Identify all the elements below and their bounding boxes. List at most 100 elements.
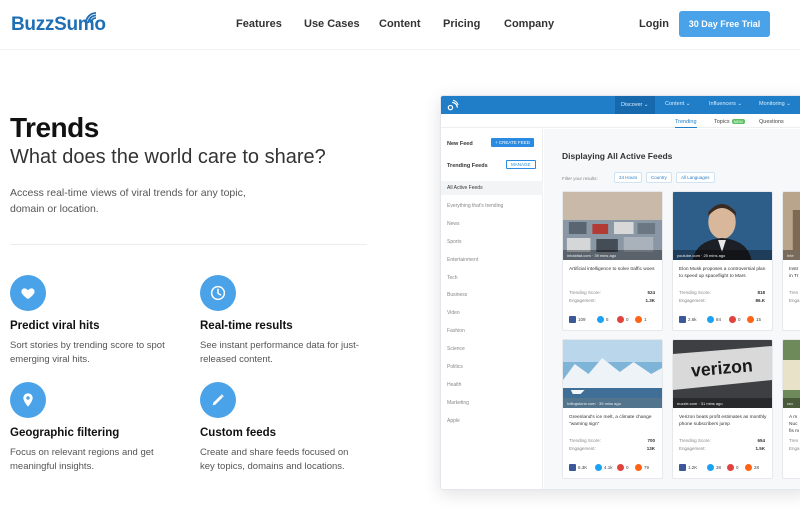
social-counts: 2.6k 84 0 15: [679, 316, 769, 325]
nav-company-link[interactable]: Company: [504, 18, 554, 30]
engagement-label: Enga: [789, 446, 800, 451]
reddit-icon: [635, 316, 642, 323]
engagement-value: 1.5K: [755, 446, 765, 451]
sidebar-feed-item[interactable]: Health: [441, 378, 543, 392]
twitter-count: 4.1k: [595, 464, 613, 471]
sidebar-feed-item[interactable]: Video: [441, 306, 543, 320]
feature-title: Predict viral hits: [10, 320, 100, 332]
mock-menu-monitoring[interactable]: Monitoring ⌄: [759, 101, 791, 107]
filter-chip-language[interactable]: All Languages: [676, 172, 715, 183]
nav-features-link[interactable]: Features: [236, 18, 282, 30]
twitter-icon: [595, 464, 602, 471]
sidebar-feed-item[interactable]: Sports: [441, 235, 543, 249]
engagement-label: Engagement:: [679, 298, 706, 303]
mock-menu-discover[interactable]: Discover ⌄: [615, 96, 655, 114]
mock-sidebar: New Feed + CREATE FEED Trending Feeds MA…: [441, 129, 543, 489]
top-nav: BuzzSumo Features Use Cases Content Pric…: [0, 0, 800, 50]
engagement-value: 1.3K: [645, 298, 655, 303]
page-title: Trends: [10, 112, 99, 143]
feature-title: Real-time results: [200, 320, 293, 332]
trending-score-label: Tren: [789, 290, 799, 295]
card-headline[interactable]: A m Nuc fis m: [789, 414, 800, 435]
card-headline[interactable]: Artificial intelligence to solve traffic…: [569, 266, 659, 273]
card-headline[interactable]: Verizon beats profit estimates as monthl…: [679, 414, 769, 428]
sidebar-feed-item[interactable]: Tech: [441, 271, 543, 285]
location-pin-icon: [10, 382, 46, 418]
card-headline[interactable]: Elon Musk proposes a controversial plan …: [679, 266, 769, 280]
feature-description: See instant performance data for just-re…: [200, 340, 359, 365]
sidebar-feed-item[interactable]: Everything that's trending: [441, 199, 543, 213]
card-thumbnail-person: [673, 192, 772, 260]
facebook-count: 109: [569, 316, 586, 323]
trending-score-label: Trending Score:: [679, 438, 711, 443]
facebook-count: 1.2K: [679, 464, 697, 471]
reddit-count: 1: [635, 316, 647, 323]
sidebar-feed-item[interactable]: All Active Feeds: [441, 181, 543, 195]
facebook-icon: [569, 316, 576, 323]
sidebar-feed-item[interactable]: Business: [441, 288, 543, 302]
mock-menu-content[interactable]: Content ⌄: [665, 101, 690, 107]
engagement-label: Engagement:: [679, 446, 706, 451]
twitter-count: 5: [597, 316, 609, 323]
free-trial-button[interactable]: 30 Day Free Trial: [679, 11, 770, 37]
sidebar-feed-item[interactable]: Politics: [441, 360, 543, 374]
nav-use-cases-link[interactable]: Use Cases: [304, 18, 360, 30]
trending-score-value: 700: [647, 438, 655, 443]
feature-title: Geographic filtering: [10, 427, 120, 439]
page-description: Access real-time views of viral trends f…: [10, 187, 246, 215]
feature-description: Create and share feeds focused on key to…: [200, 447, 349, 472]
engagement-value: 13K: [646, 446, 655, 451]
facebook-icon: [679, 316, 686, 323]
reddit-icon: [745, 464, 752, 471]
trending-score-label: Tren: [789, 438, 799, 443]
login-link[interactable]: Login: [639, 18, 669, 30]
nav-pricing-link[interactable]: Pricing: [443, 18, 480, 30]
feature-title: Custom feeds: [200, 427, 277, 439]
sidebar-feed-item[interactable]: News: [441, 217, 543, 231]
create-feed-button[interactable]: + CREATE FEED: [491, 138, 535, 147]
article-card[interactable]: lvilingstone.com · 39 mins ago Greenland…: [562, 339, 663, 479]
article-card[interactable]: inhabitat.com · 39 mins ago Artificial i…: [562, 191, 663, 331]
engagement-label: Engagement:: [569, 446, 596, 451]
pinterest-icon: [617, 464, 624, 471]
manage-button[interactable]: MANAGE: [506, 160, 536, 169]
filter-chip-country[interactable]: Country: [646, 172, 672, 183]
trending-score-label: Trending Score:: [569, 438, 601, 443]
tab-topics[interactable]: Topics NEW: [714, 119, 745, 125]
twitter-icon: [707, 464, 714, 471]
article-card-partial[interactable]: cnc A m Nuc fis m Tren Enga: [782, 339, 800, 479]
tab-questions[interactable]: Questions: [759, 119, 784, 125]
twitter-count: 84: [707, 316, 721, 323]
card-source: cnc: [787, 401, 794, 406]
engagement-label: Engagement:: [569, 298, 596, 303]
card-headline[interactable]: Greenland's ice melt, a climate change "…: [569, 414, 659, 428]
mock-menu-influencers[interactable]: Influencers ⌄: [709, 101, 742, 107]
article-card[interactable]: verizon nuzzle.com · 31 mins ago Verizon…: [672, 339, 773, 479]
social-counts: 6.3K 4.1k 0 79: [569, 464, 659, 473]
article-card-partial[interactable]: Inte Instr in Tr Tren Enga: [782, 191, 800, 331]
section-divider: [10, 244, 367, 245]
facebook-icon: [679, 464, 686, 471]
pinterest-count: 0: [727, 464, 739, 471]
sidebar-feed-item[interactable]: Science: [441, 342, 543, 356]
article-card[interactable]: youtube.com · 25 mins ago Elon Musk prop…: [672, 191, 773, 331]
sidebar-feed-item[interactable]: Apple: [441, 414, 543, 428]
main-heading: Displaying All Active Feeds: [562, 151, 673, 161]
card-thumbnail-traffic: [563, 192, 662, 260]
card-thumbnail-verizon: verizon: [673, 340, 772, 408]
card-thumbnail-partial: [783, 192, 800, 260]
heart-icon: [10, 275, 46, 311]
card-headline[interactable]: Instr in Tr: [789, 266, 800, 280]
sidebar-feed-item[interactable]: Fashion: [441, 324, 543, 338]
social-counts: 1.2K 38 0 28: [679, 464, 769, 473]
nav-content-link[interactable]: Content: [379, 18, 421, 30]
filter-chip-time[interactable]: 24 Hours: [614, 172, 643, 183]
engagement-value: 86.K: [755, 298, 765, 303]
sidebar-feed-item[interactable]: Entertainment: [441, 253, 543, 267]
tab-trending[interactable]: Trending: [675, 119, 697, 128]
card-source: inhabitat.com · 39 mins ago: [567, 253, 617, 258]
engagement-label: Enga: [789, 298, 800, 303]
card-source: Inte: [787, 253, 794, 258]
facebook-icon: [569, 464, 576, 471]
sidebar-feed-item[interactable]: Marketing: [441, 396, 543, 410]
